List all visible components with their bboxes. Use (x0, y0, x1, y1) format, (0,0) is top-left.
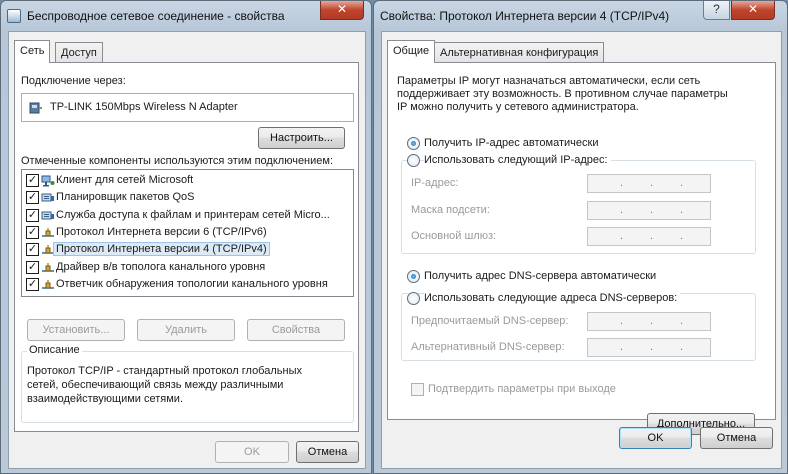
auto-ip-radio[interactable] (407, 137, 420, 150)
general-tab-panel: Параметры IP могут назначаться автоматич… (387, 62, 776, 435)
network-icon (7, 9, 21, 23)
protocol-icon (41, 244, 55, 256)
help-button[interactable]: ? (703, 1, 730, 20)
list-item[interactable]: ✓ Клиент для сетей Microsoft (22, 172, 353, 189)
install-button[interactable]: Установить... (27, 319, 125, 341)
list-item[interactable]: ✓ Ответчик обнаружения топологии канально… (22, 276, 353, 293)
dialog-body: Общие Альтернативная конфигурация Параме… (381, 31, 782, 469)
subnet-mask-field[interactable]: ... (587, 201, 711, 220)
ip-address-label: IP-адрес: (411, 177, 459, 189)
components-list[interactable]: ✓ Клиент для сетей Microsoft ✓ Планировщик … (21, 169, 354, 297)
auto-dns-radio[interactable] (407, 270, 420, 283)
manual-dns-label[interactable]: Использовать следующие адреса DNS-сервер… (424, 292, 681, 304)
ok-button[interactable]: OK (215, 441, 289, 463)
component-label: Драйвер в/в тополога канального уровня (56, 260, 266, 273)
cancel-button[interactable]: Отмена (296, 441, 359, 463)
component-checkbox[interactable]: ✓ (26, 191, 39, 205)
description-line-1: Протокол TCP/IP - стандартный протокол г… (27, 365, 302, 377)
configure-button[interactable]: Настроить... (258, 127, 345, 149)
ok-button[interactable]: OK (619, 427, 692, 449)
window-title: Беспроводное сетевое соединение - свойст… (27, 9, 285, 23)
component-label: Ответчик обнаружения топологии канальног… (56, 277, 328, 290)
tab-sharing[interactable]: Доступ (55, 42, 103, 63)
ip-address-field[interactable]: ... (587, 174, 711, 193)
description-line-2: сетей, обеспечивающий связь между различ… (27, 379, 284, 391)
remove-button[interactable]: Удалить (137, 319, 235, 341)
component-checkbox[interactable]: ✓ (26, 277, 39, 291)
component-label: Протокол Интернета версии 4 (TCP/IPv4) (53, 242, 270, 257)
ipv4-properties-window: Свойства: Протокол Интернета версии 4 (T… (373, 0, 788, 474)
adapter-icon (29, 102, 42, 114)
gateway-field[interactable]: ... (587, 227, 711, 246)
description-line-3: взаимодействующими сетями. (27, 393, 184, 405)
validate-checkbox[interactable] (411, 383, 424, 396)
title-bar[interactable]: Беспроводное сетевое соединение - свойст… (1, 1, 371, 31)
protocol-icon (41, 227, 55, 239)
adapter-name: TP-LINK 150Mbps Wireless N Adapter (50, 101, 238, 113)
cancel-button[interactable]: Отмена (700, 427, 773, 449)
component-label: Протокол Интернета версии 6 (TCP/IPv6) (56, 225, 267, 238)
list-item[interactable]: ✓ Служба доступа к файлам и принтерам сет… (22, 207, 353, 224)
subnet-mask-label: Маска подсети: (411, 204, 490, 216)
intro-line-2: поддерживает эту возможность. В противно… (397, 88, 728, 100)
connect-via-label: Подключение через: (21, 75, 126, 87)
network-service-icon (41, 192, 55, 204)
component-label: Планировщик пакетов QoS (56, 191, 195, 204)
properties-button[interactable]: Свойства (247, 319, 345, 341)
network-tab-panel: Подключение через: TP-LINK 150Mbps Wirel… (14, 62, 359, 432)
manual-ip-radio[interactable] (407, 154, 420, 167)
auto-ip-label[interactable]: Получить IP-адрес автоматически (424, 137, 598, 149)
list-item[interactable]: ✓ Протокол Интернета версии 6 (TCP/IPv6) (22, 224, 353, 241)
protocol-icon (41, 279, 55, 291)
window-title: Свойства: Протокол Интернета версии 4 (T… (380, 9, 670, 23)
preferred-dns-label: Предпочитаемый DNS-сервер: (411, 315, 569, 327)
tab-network[interactable]: Сеть (14, 40, 51, 63)
intro-line-3: IP можно получить у сетевого администрат… (397, 101, 639, 113)
close-button[interactable]: ✕ (731, 1, 775, 20)
description-title: Описание (27, 344, 82, 356)
title-bar[interactable]: Свойства: Протокол Интернета версии 4 (T… (374, 1, 787, 31)
tab-general[interactable]: Общие (387, 40, 436, 63)
component-checkbox[interactable]: ✓ (26, 243, 39, 257)
alternate-dns-field[interactable]: ... (587, 338, 711, 357)
validate-label[interactable]: Подтвердить параметры при выходе (428, 383, 616, 395)
gateway-label: Основной шлюз: (411, 230, 497, 242)
component-checkbox[interactable]: ✓ (26, 225, 39, 239)
component-checkbox[interactable]: ✓ (26, 174, 39, 187)
adapter-field: TP-LINK 150Mbps Wireless N Adapter (21, 93, 354, 122)
intro-line-1: Параметры IP могут назначаться автоматич… (397, 75, 701, 87)
component-label: Клиент для сетей Microsoft (56, 174, 194, 186)
manual-dns-radio[interactable] (407, 292, 420, 305)
list-item[interactable]: ✓ Планировщик пакетов QoS (22, 189, 353, 206)
dialog-body: Сеть Доступ Подключение через: TP-LINK 1… (8, 31, 366, 469)
network-properties-window: Беспроводное сетевое соединение - свойст… (0, 0, 372, 474)
preferred-dns-field[interactable]: ... (587, 312, 711, 331)
tab-alternate-config[interactable]: Альтернативная конфигурация (434, 42, 605, 63)
network-client-icon (41, 175, 55, 187)
component-checkbox[interactable]: ✓ (26, 208, 39, 222)
network-service-icon (41, 210, 55, 222)
protocol-icon (41, 262, 55, 274)
alternate-dns-label: Альтернативный DNS-сервер: (411, 341, 565, 353)
close-button[interactable]: ✕ (320, 1, 364, 20)
component-label: Служба доступа к файлам и принтерам сете… (56, 208, 330, 221)
list-item[interactable]: ✓ Протокол Интернета версии 4 (TCP/IPv4) (22, 241, 353, 258)
component-checkbox[interactable]: ✓ (26, 260, 39, 274)
list-item[interactable]: ✓ Драйвер в/в тополога канального уровня (22, 259, 353, 276)
manual-ip-label[interactable]: Использовать следующий IP-адрес: (424, 154, 611, 166)
components-label: Отмеченные компоненты используются этим … (21, 155, 334, 167)
auto-dns-label[interactable]: Получить адрес DNS-сервера автоматически (424, 270, 656, 282)
